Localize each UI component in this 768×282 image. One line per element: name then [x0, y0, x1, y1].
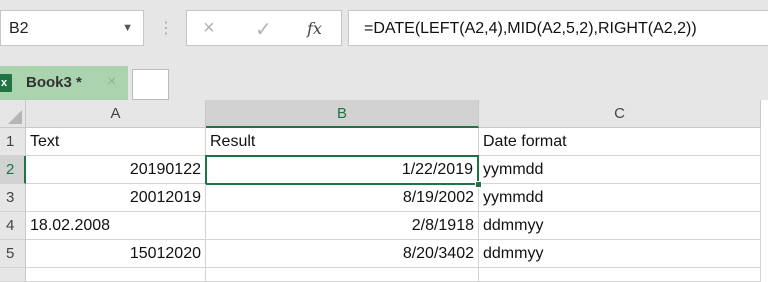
row-header-2[interactable]: 2 — [0, 156, 26, 184]
workbook-tabs: x Book3 * × — [0, 66, 768, 100]
grip-icon: ⋮ — [158, 20, 174, 37]
cell-b3[interactable]: 8/19/2002 — [206, 184, 479, 212]
name-box[interactable]: B2 ▼ — [0, 10, 144, 46]
cell-a5[interactable]: 15012020 — [26, 240, 206, 268]
cell-a3[interactable]: 20012019 — [26, 184, 206, 212]
cell-a6[interactable] — [26, 268, 206, 282]
row-header-4[interactable]: 4 — [0, 212, 26, 240]
workbook-tab-label: Book3 * — [26, 74, 82, 91]
row-header-5[interactable]: 5 — [0, 240, 26, 268]
formula-text: =DATE(LEFT(A2,4),MID(A2,5,2),RIGHT(A2,2)… — [364, 20, 697, 37]
formula-buttons: × ✓ fx — [186, 10, 342, 46]
excel-icon: x — [0, 74, 12, 92]
cell-b1[interactable]: Result — [206, 128, 479, 156]
select-all-icon — [8, 110, 22, 124]
cell-a4[interactable]: 18.02.2008 — [26, 212, 206, 240]
cell-c2[interactable]: yymmdd — [479, 156, 761, 184]
chevron-down-icon[interactable]: ▼ — [122, 22, 133, 34]
fill-handle[interactable] — [475, 181, 482, 188]
select-all-button[interactable] — [0, 100, 26, 128]
cell-c1[interactable]: Date format — [479, 128, 761, 156]
formula-input[interactable]: =DATE(LEFT(A2,4),MID(A2,5,2),RIGHT(A2,2)… — [348, 10, 768, 46]
insert-function-icon[interactable]: fx — [307, 19, 322, 38]
column-header-a[interactable]: A — [26, 100, 206, 128]
cell-b4[interactable]: 2/8/1918 — [206, 212, 479, 240]
cell-c5[interactable]: ddmmyy — [479, 240, 761, 268]
workbook-tab[interactable]: x Book3 * × — [0, 66, 128, 100]
cell-b5[interactable]: 8/20/3402 — [206, 240, 479, 268]
spreadsheet-grid: A B C 1 2 3 4 5 Text Result Date format … — [0, 100, 768, 282]
cell-a1[interactable]: Text — [26, 128, 206, 156]
new-tab-button[interactable] — [132, 69, 169, 100]
cell-b2-selected[interactable]: 1/22/2019 — [205, 155, 479, 185]
cell-c4[interactable]: ddmmyy — [479, 212, 761, 240]
cell-a2[interactable]: 20190122 — [26, 156, 206, 184]
cancel-icon[interactable]: × — [203, 17, 215, 40]
cell-b6[interactable] — [206, 268, 479, 282]
formula-bar: B2 ▼ ⋮ × ✓ fx =DATE(LEFT(A2,4),MID(A2,5,… — [0, 0, 768, 58]
cell-c6[interactable] — [479, 268, 761, 282]
row-header-1[interactable]: 1 — [0, 128, 26, 156]
cell-c3[interactable]: yymmdd — [479, 184, 761, 212]
column-header-b[interactable]: B — [206, 100, 479, 128]
enter-icon[interactable]: ✓ — [255, 17, 272, 42]
row-header-3[interactable]: 3 — [0, 184, 26, 212]
close-icon[interactable]: × — [107, 73, 116, 91]
column-header-c[interactable]: C — [479, 100, 761, 128]
row-header-6[interactable] — [0, 268, 26, 282]
name-box-value: B2 — [9, 20, 29, 37]
